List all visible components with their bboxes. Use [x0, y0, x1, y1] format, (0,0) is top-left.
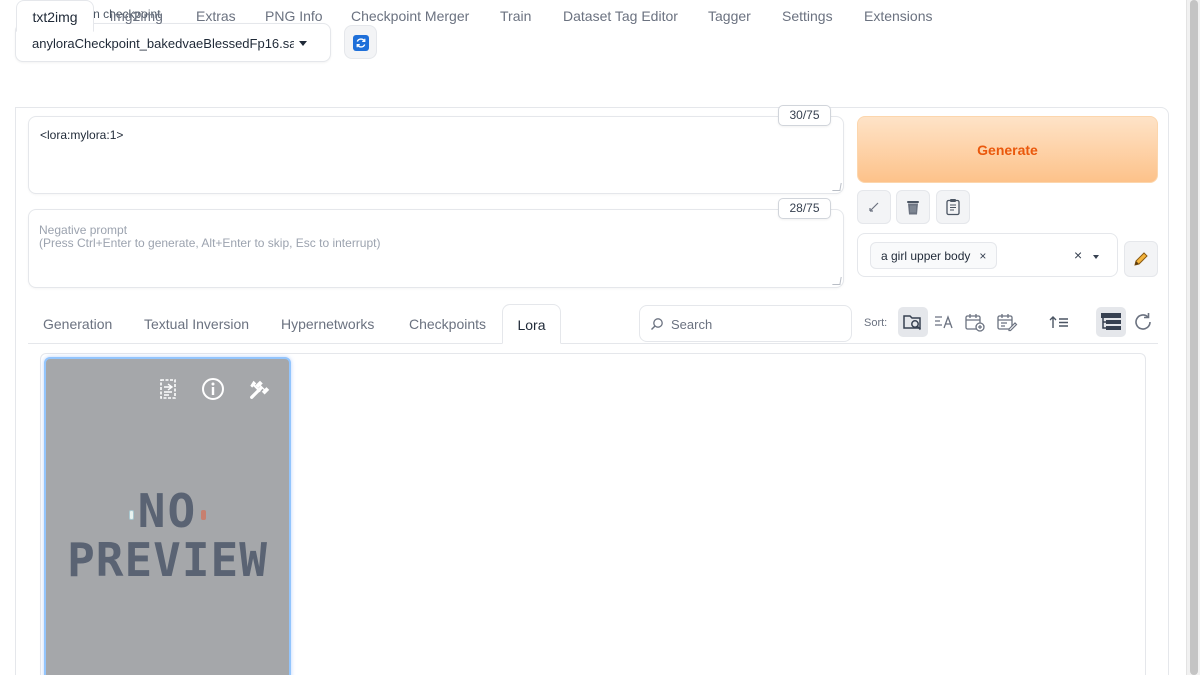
sort-date-modified-icon	[997, 314, 1018, 332]
resize-handle-icon[interactable]	[832, 277, 842, 285]
sort-by-path-button[interactable]	[898, 307, 928, 337]
tab-checkpoints[interactable]: Checkpoints	[409, 304, 486, 344]
tab-hypernetworks[interactable]: Hypernetworks	[281, 304, 374, 344]
search-icon	[651, 318, 663, 330]
no-preview-placeholder: NO PREVIEW	[46, 486, 289, 584]
edit-metadata-icon[interactable]	[248, 377, 272, 401]
clear-prompt-button[interactable]	[896, 190, 930, 224]
sort-path-icon	[903, 315, 922, 331]
sort-direction-button[interactable]	[1044, 307, 1074, 337]
sort-by-name-button[interactable]	[929, 307, 959, 337]
tab-txt2img[interactable]: txt2img	[16, 0, 94, 32]
tab-png-info[interactable]: PNG Info	[265, 0, 323, 31]
sort-direction-icon	[1049, 316, 1068, 328]
info-icon[interactable]	[201, 377, 225, 401]
tab-extras[interactable]: Extras	[196, 0, 236, 31]
chevron-down-icon	[299, 41, 307, 46]
scrollbar-thumb[interactable]	[1190, 0, 1198, 675]
sort-by-date-created-button[interactable]	[960, 307, 990, 337]
tab-dataset-tag-editor[interactable]: Dataset Tag Editor	[563, 0, 678, 31]
chevron-down-icon[interactable]	[1093, 255, 1099, 259]
sort-name-icon	[935, 315, 953, 329]
negative-prompt-textarea[interactable]: Negative prompt (Press Ctrl+Enter to gen…	[28, 209, 844, 288]
read-params-button[interactable]	[857, 190, 891, 224]
tab-lora[interactable]: Lora	[502, 304, 561, 344]
page-scrollbar[interactable]	[1186, 0, 1200, 675]
tab-train[interactable]: Train	[500, 0, 531, 31]
style-chip[interactable]: a girl upper body ×	[870, 242, 998, 269]
decor-right	[201, 509, 207, 520]
no-preview-line-2: PREVIEW	[67, 533, 268, 587]
clipboard-icon	[946, 199, 960, 216]
resize-handle-icon[interactable]	[832, 183, 842, 191]
remove-style-icon[interactable]: ×	[979, 249, 986, 263]
prompt-text: <lora:mylora:1>	[40, 128, 124, 142]
checkpoint-selected-value: anyloraCheckpoint_bakedvaeBlessedFp16.sa…	[32, 36, 294, 51]
tab-extensions[interactable]: Extensions	[864, 0, 932, 31]
sort-by-date-modified-button[interactable]	[992, 307, 1022, 337]
pencil-icon	[1134, 252, 1148, 266]
trash-icon	[907, 201, 919, 215]
refresh-lora-button[interactable]	[1128, 307, 1158, 337]
styles-dropdown[interactable]: a girl upper body × ×	[857, 233, 1118, 277]
negative-prompt-token-counter: 28/75	[778, 198, 831, 219]
prompt-token-counter: 30/75	[778, 105, 831, 126]
edit-styles-button[interactable]	[1124, 241, 1158, 277]
clear-styles-icon[interactable]: ×	[1074, 247, 1082, 263]
generate-button[interactable]: Generate	[857, 116, 1158, 183]
tab-generation[interactable]: Generation	[43, 304, 112, 344]
lora-search-input[interactable]: Search	[639, 305, 852, 342]
tree-view-button[interactable]	[1096, 307, 1126, 337]
apply-style-button[interactable]	[936, 190, 970, 224]
arrow-icon	[869, 202, 879, 212]
prompt-textarea[interactable]: <lora:mylora:1>	[28, 116, 844, 194]
lora-card[interactable]: NO PREVIEW	[44, 357, 291, 675]
refresh-icon	[353, 35, 369, 51]
no-preview-line-1: NO	[46, 486, 289, 536]
tree-view-icon	[1101, 313, 1121, 330]
sort-label: Sort:	[864, 317, 888, 329]
tab-settings[interactable]: Settings	[782, 0, 833, 31]
tab-tagger[interactable]: Tagger	[708, 0, 751, 31]
tab-textual-inversion[interactable]: Textual Inversion	[144, 304, 249, 344]
negative-prompt-placeholder-hint: (Press Ctrl+Enter to generate, Alt+Enter…	[39, 236, 381, 250]
replace-preview-icon[interactable]	[156, 377, 180, 401]
decor-left	[128, 509, 134, 520]
tab-checkpoint-merger[interactable]: Checkpoint Merger	[351, 0, 469, 31]
sort-date-created-icon	[965, 314, 985, 332]
style-chip-label: a girl upper body	[881, 249, 971, 263]
reload-icon	[1135, 313, 1151, 330]
search-placeholder: Search	[671, 317, 713, 332]
tab-img2img[interactable]: img2img	[110, 0, 163, 31]
